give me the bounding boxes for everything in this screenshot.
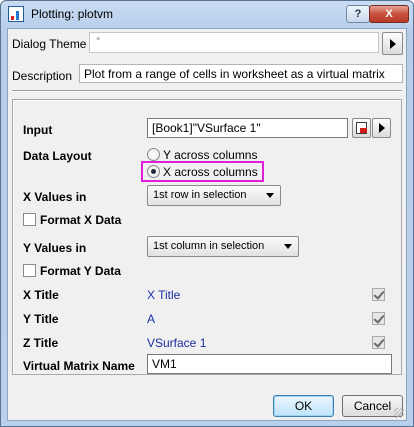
help-button[interactable]: ? <box>346 5 370 23</box>
data-layout-label: Data Layout <box>23 149 92 163</box>
close-button[interactable]: X <box>369 5 409 23</box>
input-range-field[interactable]: [Book1]"VSurface 1" <box>147 118 348 138</box>
radio-y-across-columns[interactable] <box>147 148 160 161</box>
resize-grip-icon[interactable] <box>394 408 404 418</box>
triangle-right-icon <box>390 39 396 49</box>
format-x-checkbox[interactable] <box>23 213 36 226</box>
format-x-label: Format X Data <box>40 213 122 227</box>
y-values-label: Y Values in <box>23 241 87 255</box>
chevron-down-icon <box>266 193 274 198</box>
chevron-down-icon <box>284 244 292 249</box>
input-menu-button[interactable] <box>372 118 391 138</box>
dialog-body: Dialog Theme * Description Plot from a r… <box>7 28 407 421</box>
vm-name-field[interactable]: VM1 <box>147 354 392 374</box>
input-label: Input <box>23 123 53 137</box>
ok-button[interactable]: OK <box>273 395 334 417</box>
dialog-theme-field[interactable]: * <box>89 32 379 53</box>
z-title-label: Z Title <box>23 336 59 350</box>
y-values-select[interactable]: 1st column in selection <box>147 236 299 257</box>
vm-name-label: Virtual Matrix Name <box>23 359 135 373</box>
x-values-label: X Values in <box>23 190 87 204</box>
x-values-selected: 1st row in selection <box>153 189 247 201</box>
y-values-selected: 1st column in selection <box>153 240 265 252</box>
x-values-select[interactable]: 1st row in selection <box>147 185 281 206</box>
description-label: Description <box>12 69 73 83</box>
y-title-checkbox[interactable] <box>372 312 385 325</box>
window-title: Plotting: plotvm <box>31 7 114 21</box>
triangle-right-icon <box>379 123 385 133</box>
separator <box>12 90 402 92</box>
format-y-label: Format Y Data <box>40 264 121 278</box>
x-title-label: X Title <box>23 288 59 302</box>
z-title-value[interactable]: VSurface 1 <box>147 336 206 350</box>
worksheet-select-icon <box>356 122 367 134</box>
select-range-button[interactable] <box>352 118 371 138</box>
theme-menu-button[interactable] <box>382 32 403 55</box>
format-y-checkbox[interactable] <box>23 264 36 277</box>
radio-x-across-columns[interactable] <box>147 165 160 178</box>
settings-panel: Input [Book1]"VSurface 1" Data Layout Y … <box>12 99 402 375</box>
title-bar: Plotting: plotvm ? X <box>1 1 413 27</box>
radio-y-across-columns-label: Y across columns <box>163 148 258 162</box>
y-title-value[interactable]: A <box>147 312 155 326</box>
dialog-theme-label: Dialog Theme <box>12 37 87 51</box>
y-title-label: Y Title <box>23 312 59 326</box>
plotting-dialog: Plotting: plotvm ? X Dialog Theme * Desc… <box>0 0 414 427</box>
app-icon <box>8 6 24 22</box>
z-title-checkbox[interactable] <box>372 336 385 349</box>
description-field: Plot from a range of cells in worksheet … <box>79 64 403 83</box>
x-title-checkbox[interactable] <box>372 288 385 301</box>
radio-x-across-columns-label: X across columns <box>163 165 258 179</box>
x-title-value[interactable]: X Title <box>147 288 180 302</box>
